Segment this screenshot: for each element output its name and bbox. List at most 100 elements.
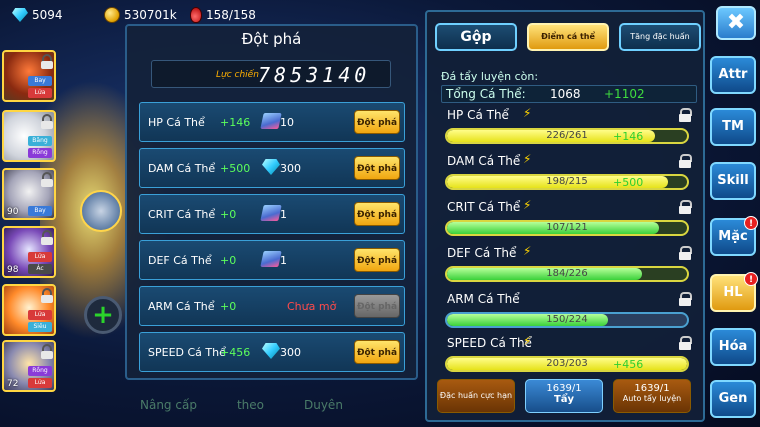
breakthrough-panel: Đột phá Lực chiến 7853140 HP Cá Thể +146… [125, 24, 418, 380]
breakthrough-button[interactable]: Đột phá [354, 340, 400, 364]
side-menu-gen[interactable]: Gen [710, 380, 756, 418]
stat-gain: +500 [613, 176, 644, 189]
potion-icon [190, 7, 202, 23]
auto-wash-button[interactable]: 1639/1 Auto tẩy luyện [613, 379, 691, 413]
stat-dam: DAM Cá Thể ⚡ 198/215 +500 [441, 152, 697, 196]
total-gain: +1102 [604, 87, 645, 101]
tab-special-training[interactable]: Tăng đặc huấn [619, 23, 701, 51]
stat-gain: +456 [613, 358, 644, 371]
lock-icon[interactable] [679, 246, 692, 260]
row-label: CRIT Cá Thể [148, 208, 216, 221]
stat-value: 150/224 [546, 314, 588, 325]
side-menu-attr[interactable]: Attr [710, 56, 756, 94]
total-value: 1068 [550, 87, 581, 101]
pet-card[interactable]: Bay Lửa [2, 50, 56, 102]
pet-tag: Bay [28, 76, 52, 86]
breakthrough-button[interactable]: Đột phá [354, 156, 400, 180]
lock-icon [41, 344, 53, 359]
pet-card[interactable]: 90 Bay [2, 168, 56, 220]
panel-title: Đột phá [241, 30, 302, 48]
gold-value: 530701k [124, 8, 177, 22]
breakthrough-row-crit: CRIT Cá Thể +0 1 Đột phá [139, 194, 405, 234]
lock-icon[interactable] [679, 336, 692, 350]
stat-name: DEF Cá Thể [447, 246, 517, 260]
pet-card[interactable]: 98 Lửa Ác [2, 226, 56, 278]
stat-bar: 107/121 [445, 220, 689, 236]
lock-icon [41, 54, 53, 69]
pet-tag: Lửa [28, 378, 52, 388]
tab-individual-points[interactable]: Điểm cá thể [527, 23, 609, 51]
lock-icon [41, 288, 53, 303]
lock-icon [41, 114, 53, 129]
stat-bar: 184/226 [445, 266, 689, 282]
pet-tag: Ác [28, 264, 52, 274]
stat-value: 203/203 [546, 358, 588, 369]
stat-name: SPEED Cá Thể [447, 336, 532, 350]
pet-tag: Siêu [28, 322, 52, 332]
extreme-training-button[interactable]: Đặc huấn cực hạn [437, 379, 515, 413]
side-menu-hl[interactable]: HL ! [710, 272, 758, 312]
side-menu-wear[interactable]: Mặc ! [710, 216, 758, 256]
wash-count: 1639/1 [546, 383, 582, 394]
row-cost: 1 [280, 208, 287, 221]
stat-bar: 150/224 [445, 312, 689, 328]
combat-power-label: Lực chiến [216, 70, 259, 80]
combat-power-box: Lực chiến 7853140 [151, 60, 391, 88]
stat-name: DAM Cá Thể [447, 154, 521, 168]
pet-level: 72 [7, 379, 19, 389]
side-menu-transform[interactable]: Hóa [710, 328, 756, 366]
stamina-value: 158/158 [206, 8, 256, 22]
wash-button[interactable]: 1639/1 Tẩy [525, 379, 603, 413]
stat-def: DEF Cá Thể ⚡ 184/226 [441, 244, 697, 288]
stat-value: 107/121 [546, 222, 588, 233]
gem-value: 5094 [32, 8, 63, 22]
lightning-icon: ⚡ [523, 198, 532, 212]
row-bonus: +0 [220, 254, 237, 267]
breakthrough-button[interactable]: Đột phá [354, 110, 400, 134]
diamond-icon [262, 343, 280, 359]
pet-card[interactable]: 72 Rồng Lửa [2, 340, 56, 392]
breakthrough-button[interactable]: Đột phá [354, 248, 400, 272]
row-cost: 1 [280, 254, 287, 267]
pet-level: 98 [7, 265, 19, 275]
add-pet-button[interactable]: + [84, 296, 122, 334]
ring-lock-button[interactable] [80, 190, 122, 232]
lightning-icon: ⚡ [523, 106, 532, 120]
pet-card[interactable]: Lửa Siêu [2, 284, 56, 336]
breakthrough-row-speed: SPEED Cá Thể +456 300 Đột phá [139, 332, 405, 372]
tab-follow[interactable]: theo [237, 398, 264, 412]
tab-upgrade[interactable]: Nâng cấp [140, 398, 197, 412]
pet-tag: Băng [28, 136, 52, 146]
breakthrough-row-hp: HP Cá Thể +146 10 Đột phá [139, 102, 405, 142]
pet-tag: Lửa [28, 88, 52, 98]
stat-name: HP Cá Thể [447, 108, 509, 122]
wash-label: Tẩy [553, 394, 575, 405]
breakthrough-button[interactable]: Đột phá [354, 202, 400, 226]
lightning-icon: ⚡ [523, 152, 532, 166]
tab-merge[interactable]: Gộp [435, 23, 517, 51]
diamond-icon [12, 8, 28, 22]
stamina-counter: 158/158 [190, 5, 256, 25]
bottom-tabs: Nâng cấp theo Duyên [140, 398, 343, 412]
side-menu-tm[interactable]: TM [710, 108, 756, 146]
side-menu-skill[interactable]: Skill [710, 162, 756, 200]
scroll-icon [260, 205, 282, 221]
pet-tag: Bay [28, 206, 52, 216]
stat-speed: SPEED Cá Thể ⚡ 203/203 +456 [441, 334, 697, 378]
stat-gain: +146 [613, 130, 644, 143]
lock-icon[interactable] [679, 292, 692, 306]
lock-icon[interactable] [679, 108, 692, 122]
tab-bond[interactable]: Duyên [304, 398, 343, 412]
pet-tag: Rồng [28, 148, 52, 158]
remaining-stones-label: Đá tẩy luyện còn: [441, 70, 539, 83]
notification-badge: ! [744, 216, 758, 230]
combat-power-value: 7853140 [258, 63, 371, 87]
pet-card[interactable]: Băng Rồng [2, 110, 56, 162]
row-cost: 300 [280, 346, 301, 359]
breakthrough-row-def: DEF Cá Thể +0 1 Đột phá [139, 240, 405, 280]
close-button[interactable]: ✖ [716, 6, 756, 40]
row-bonus: +456 [220, 346, 251, 359]
lock-icon[interactable] [679, 200, 692, 214]
lock-icon[interactable] [679, 154, 692, 168]
stat-hp: HP Cá Thể ⚡ 226/261 +146 [441, 106, 697, 150]
